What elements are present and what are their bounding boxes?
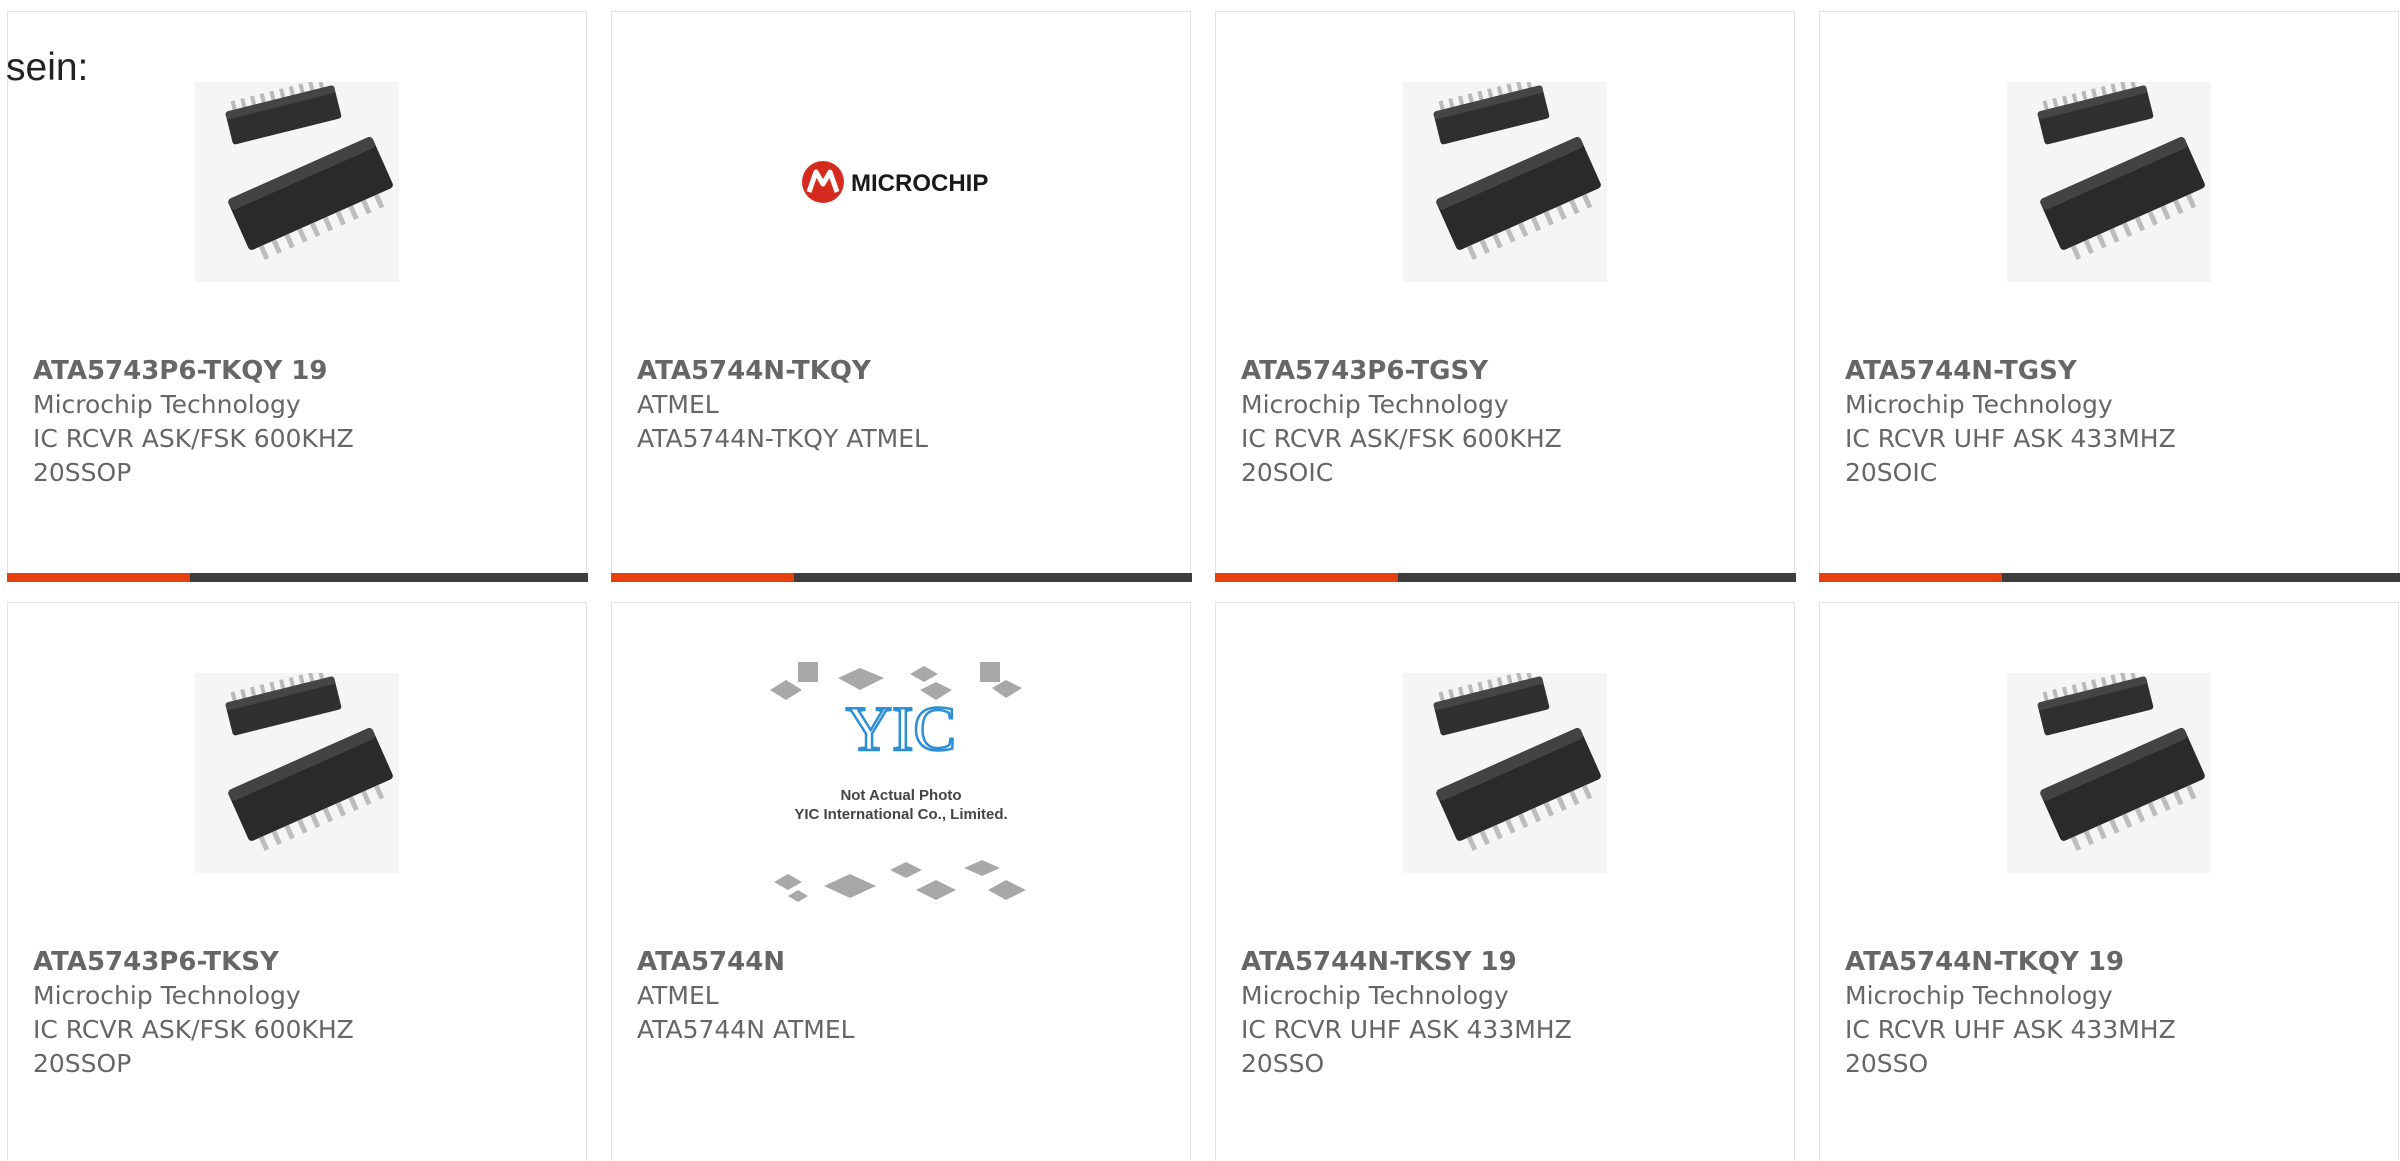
manufacturer: ATMEL — [637, 981, 719, 1010]
part-number-link[interactable]: ATA5744N-TKSY 19 — [1241, 945, 1774, 979]
part-number-link[interactable]: ATA5744N-TKQY — [637, 354, 1170, 388]
card-accent-bar — [1214, 573, 1796, 582]
package: 20SOIC — [1241, 458, 1334, 487]
product-card[interactable]: ATA5743P6-TKQY 19 Microchip Technology I… — [6, 11, 588, 582]
manufacturer: Microchip Technology — [1845, 390, 2113, 419]
product-card[interactable]: ATA5744N-TGSY Microchip Technology IC RC… — [1818, 11, 2400, 582]
product-image-placeholder[interactable]: YIC Not Actual Photo YIC International C… — [766, 658, 1036, 908]
product-card[interactable]: ATA5744N-TKSY 19 Microchip Technology IC… — [1215, 602, 1795, 1161]
manufacturer: Microchip Technology — [1241, 981, 1509, 1010]
manufacturer: ATMEL — [637, 390, 719, 419]
product-card[interactable]: MICROCHIP ATA5744N-TKQY ATMEL ATA5744N-T… — [610, 11, 1192, 582]
product-card[interactable]: ATA5743P6-TGSY Microchip Technology IC R… — [1214, 11, 1796, 582]
description: IC RCVR ASK/FSK 600KHZ — [33, 1015, 354, 1044]
description: ATA5744N ATMEL — [637, 1015, 855, 1044]
manufacturer: Microchip Technology — [33, 390, 301, 419]
package: 20SSOP — [33, 1049, 132, 1078]
product-card[interactable]: ATA5744N-TKQY 19 Microchip Technology IC… — [1819, 602, 2399, 1161]
description: IC RCVR UHF ASK 433MHZ — [1241, 1015, 1572, 1044]
part-number-link[interactable]: ATA5744N-TKQY 19 — [1845, 945, 2378, 979]
package: 20SSOP — [33, 458, 132, 487]
product-image-ic-chip[interactable] — [1403, 82, 1607, 282]
description: IC RCVR UHF ASK 433MHZ — [1845, 424, 2176, 453]
description: IC RCVR UHF ASK 433MHZ — [1845, 1015, 2176, 1044]
manufacturer: Microchip Technology — [1241, 390, 1509, 419]
part-number-link[interactable]: ATA5744N-TGSY — [1845, 354, 2378, 388]
svg-text:YIC International Co., Limited: YIC International Co., Limited. — [794, 806, 1007, 823]
card-accent-bar — [610, 573, 1192, 582]
product-image-ic-chip[interactable] — [1403, 673, 1607, 873]
card-accent-bar — [6, 573, 588, 582]
part-number-link[interactable]: ATA5743P6-TKQY 19 — [33, 354, 566, 388]
product-image-ic-chip[interactable] — [2007, 82, 2211, 282]
product-card[interactable]: ATA5743P6-TKSY Microchip Technology IC R… — [7, 602, 587, 1161]
package: 20SOIC — [1845, 458, 1938, 487]
part-number-link[interactable]: ATA5743P6-TGSY — [1241, 354, 1774, 388]
product-image-ic-chip[interactable] — [195, 673, 399, 873]
description: ATA5744N-TKQY ATMEL — [637, 424, 928, 453]
manufacturer: Microchip Technology — [33, 981, 301, 1010]
intro-text: sein: — [6, 46, 89, 89]
package: 20SSO — [1845, 1049, 1929, 1078]
svg-text:Not Actual Photo: Not Actual Photo — [840, 787, 961, 804]
product-card[interactable]: YIC Not Actual Photo YIC International C… — [611, 602, 1191, 1161]
part-number-link[interactable]: ATA5743P6-TKSY — [33, 945, 566, 979]
svg-text:MICROCHIP: MICROCHIP — [851, 170, 988, 197]
description: IC RCVR ASK/FSK 600KHZ — [33, 424, 354, 453]
product-grid: ATA5743P6-TKQY 19 Microchip Technology I… — [0, 0, 2400, 1161]
svg-text:YIC: YIC — [846, 693, 956, 764]
microchip-logo-icon: MICROCHIP — [802, 161, 988, 203]
yic-placeholder-icon: YIC Not Actual Photo YIC International C… — [770, 662, 1026, 902]
package: 20SSO — [1241, 1049, 1325, 1078]
product-image-ic-chip[interactable] — [195, 82, 399, 282]
microchip-logo[interactable]: MICROCHIP — [799, 82, 1003, 282]
product-image-ic-chip[interactable] — [2007, 673, 2211, 873]
manufacturer: Microchip Technology — [1845, 981, 2113, 1010]
part-number-link[interactable]: ATA5744N — [637, 945, 1170, 979]
card-accent-bar — [1818, 573, 2400, 582]
description: IC RCVR ASK/FSK 600KHZ — [1241, 424, 1562, 453]
